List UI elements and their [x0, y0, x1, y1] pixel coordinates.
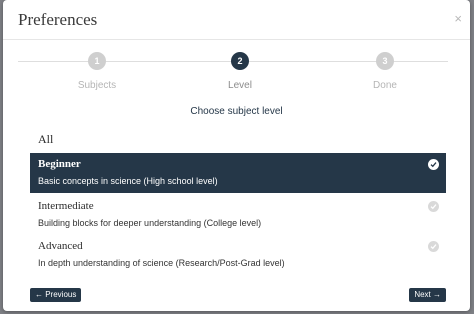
option-name: Beginner	[38, 158, 81, 170]
step-2-label: Level	[228, 80, 252, 91]
check-circle-icon	[428, 159, 439, 170]
check-circle-icon	[428, 201, 439, 212]
level-option-intermediate[interactable]: Intermediate Building blocks for deeper …	[30, 195, 446, 235]
next-button[interactable]: Next →	[409, 288, 446, 302]
option-description: Building blocks for deeper understanding…	[38, 218, 262, 228]
step-3-label: Done	[373, 80, 397, 91]
previous-button[interactable]: ← Previous	[30, 288, 82, 302]
step-2-badge[interactable]: 2	[231, 52, 249, 70]
option-description: Basic concepts in science (High school l…	[38, 176, 218, 186]
option-description: In depth understanding of science (Resea…	[38, 258, 285, 268]
close-icon[interactable]: ×	[454, 12, 462, 26]
step-subtitle: Choose subject level	[190, 106, 283, 117]
check-circle-icon	[428, 241, 439, 252]
level-option-advanced[interactable]: Advanced In depth understanding of scien…	[30, 235, 446, 275]
step-1-label: Subjects	[77, 80, 117, 91]
preferences-dialog: Preferences × 1 Subjects 2 Level 3 Done …	[3, 0, 470, 311]
level-option-beginner[interactable]: Beginner Basic concepts in science (High…	[30, 153, 446, 193]
step-3-badge[interactable]: 3	[376, 52, 394, 70]
option-name: Intermediate	[38, 200, 94, 212]
all-levels-option[interactable]: All	[38, 132, 53, 147]
dialog-header: Preferences ×	[3, 0, 470, 40]
dialog-title: Preferences	[18, 10, 98, 29]
option-name: Advanced	[38, 240, 83, 252]
step-1-badge[interactable]: 1	[88, 52, 106, 70]
